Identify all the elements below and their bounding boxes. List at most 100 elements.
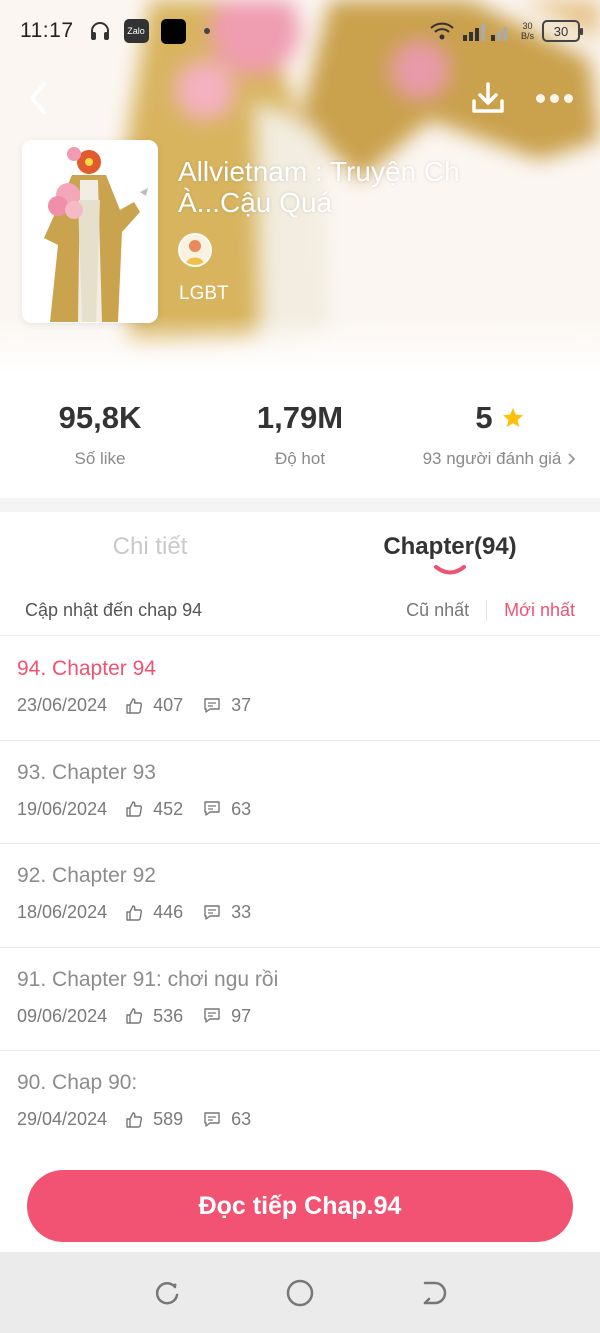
comment-icon	[204, 801, 220, 816]
hot-label: Độ hot	[274, 449, 326, 468]
chapter-likes: 446	[153, 902, 184, 922]
chapter-comments: 97	[231, 1005, 252, 1026]
comment-icon	[204, 697, 220, 713]
stat-likes: 95,8K Số like	[0, 395, 200, 490]
top-action-bar	[0, 72, 600, 122]
chapter-meta: 09/06/2024 536 97	[17, 1006, 600, 1027]
hot-count: 1,79M	[256, 400, 344, 435]
chapter-comments: 33	[231, 902, 252, 922]
chapter-comments: 37	[231, 695, 252, 715]
back-button[interactable]	[18, 78, 58, 118]
network-speed-value: 30	[522, 21, 533, 31]
chapter-date: 19/06/2024	[17, 798, 108, 819]
chapter-likes: 589	[153, 1109, 184, 1129]
chapter-date: 09/06/2024	[17, 1005, 108, 1026]
chapter-likes: 407	[153, 695, 184, 715]
chapter-likes: 536	[153, 1005, 184, 1026]
continue-reading-button[interactable]: Đọc tiếp Chap.94	[27, 1170, 573, 1242]
status-bar: 11:17 Zalo 30 B/s 30	[0, 0, 600, 62]
recent-apps-button[interactable]	[142, 1268, 192, 1318]
sort-oldest-button[interactable]: Cũ nhất	[406, 600, 488, 621]
author-avatar[interactable]	[178, 233, 212, 267]
sort-newest-button[interactable]: Mới nhất	[487, 600, 575, 621]
back-nav-icon	[424, 1281, 447, 1304]
section-divider	[0, 498, 600, 512]
chapter-row[interactable]: 94. Chapter 94 23/06/2024 407 37	[0, 637, 600, 741]
chapter-title: 90. Chap 90:	[17, 1071, 138, 1094]
rating-label-wrap: 93 người đánh giá	[400, 449, 600, 469]
book-cover-image[interactable]	[22, 140, 158, 323]
book-title: Allvietnam : Truyện Ch À...Cậu Quá	[178, 156, 578, 218]
comment-icon	[204, 1008, 220, 1023]
battery-icon: 30	[542, 20, 583, 42]
download-button[interactable]	[466, 76, 510, 120]
chapter-meta: 29/04/2024 589 63	[17, 1109, 600, 1130]
chapter-comments: 63	[231, 798, 252, 819]
tab-chapters-label: Chapter(94)	[383, 533, 517, 560]
comment-icon	[204, 1111, 220, 1127]
more-options-button[interactable]	[530, 80, 578, 116]
chapter-row[interactable]: 93. Chapter 93 19/06/2024 452 63	[0, 741, 600, 844]
likes-count: 95,8K	[58, 400, 142, 435]
star-icon	[502, 408, 523, 427]
thumb-up-icon	[126, 801, 143, 817]
more-dots-icon	[535, 93, 545, 103]
system-navigation-bar	[0, 1252, 600, 1333]
home-circle-icon	[286, 1279, 314, 1306]
stat-hot: 1,79M Độ hot	[200, 395, 400, 490]
hero-fade	[0, 315, 600, 375]
chapter-meta: 18/06/2024 446 33	[17, 902, 600, 923]
chevron-right-icon	[568, 453, 576, 465]
cover-illustration	[22, 140, 158, 323]
more-notifications-icon	[203, 28, 210, 34]
chapter-date: 18/06/2024	[17, 902, 108, 922]
chapter-title: 94. Chapter 94	[17, 657, 156, 680]
chapter-likes: 452	[153, 798, 184, 819]
chapter-date: 29/04/2024	[17, 1109, 108, 1129]
chapter-row[interactable]: 90. Chap 90: 29/04/2024 589 63	[0, 1051, 600, 1155]
sort-bar: Cập nhật đến chap 94 Cũ nhất Mới nhất	[0, 586, 600, 636]
cta-area: Đọc tiếp Chap.94	[0, 1152, 600, 1252]
network-speed: 30 B/s	[521, 21, 534, 41]
avatar-illustration	[180, 235, 210, 265]
chapter-row[interactable]: 91. Chapter 91: chơi ngu rồi 09/06/2024 …	[0, 948, 600, 1051]
system-back-button[interactable]	[408, 1268, 458, 1318]
chapter-row[interactable]: 92. Chapter 92 18/06/2024 446 33	[0, 844, 600, 948]
chapter-title: 91. Chapter 91: chơi ngu rồi	[17, 967, 279, 991]
recent-apps-icon	[155, 1281, 178, 1304]
rating-value: 5	[475, 400, 493, 435]
tab-details-label: Chi tiết	[112, 533, 188, 560]
tab-details[interactable]: Chi tiết	[0, 512, 300, 582]
chevron-left-icon	[30, 82, 46, 114]
thumb-up-icon	[126, 1111, 143, 1128]
likes-label: Số like	[74, 449, 126, 468]
stat-rating[interactable]: 5 93 người đánh giá	[400, 395, 600, 490]
thumb-up-icon	[126, 1008, 143, 1024]
download-icon	[472, 82, 504, 113]
more-dots-icon	[563, 93, 573, 103]
update-status: Cập nhật đến chap 94	[25, 600, 203, 620]
headset-icon	[90, 22, 109, 40]
thumb-up-icon	[126, 904, 143, 921]
wifi-icon	[430, 22, 454, 40]
genre-tag[interactable]: LGBT	[179, 283, 229, 305]
chapter-comments: 63	[231, 1109, 252, 1129]
tab-chapters[interactable]: Chapter(94)	[300, 512, 600, 582]
chapter-title: 93. Chapter 93	[17, 760, 156, 784]
status-time: 11:17	[20, 19, 74, 42]
chapter-title: 92. Chapter 92	[17, 864, 156, 887]
chapter-list: 94. Chapter 94 23/06/2024 407 37 93. Cha…	[0, 637, 600, 1155]
tab-bar: Chi tiết Chapter(94)	[0, 512, 600, 582]
zalo-icon: Zalo	[123, 19, 149, 43]
more-dots-icon	[549, 93, 559, 103]
app-notification-icon	[160, 18, 186, 44]
active-tab-indicator	[434, 565, 466, 575]
home-button[interactable]	[275, 1268, 325, 1318]
signal-icon	[462, 24, 507, 41]
stats-row: 95,8K Số like 1,79M Độ hot 5 93 người đá…	[0, 395, 600, 490]
sort-options: Cũ nhất Mới nhất	[406, 600, 575, 621]
book-title-line-1: Allvietnam : Truyện Ch	[178, 156, 460, 187]
chapter-meta: 23/06/2024 407 37	[17, 695, 600, 716]
comment-icon	[204, 904, 220, 920]
rating-count-label: 93 người đánh giá	[422, 449, 562, 468]
